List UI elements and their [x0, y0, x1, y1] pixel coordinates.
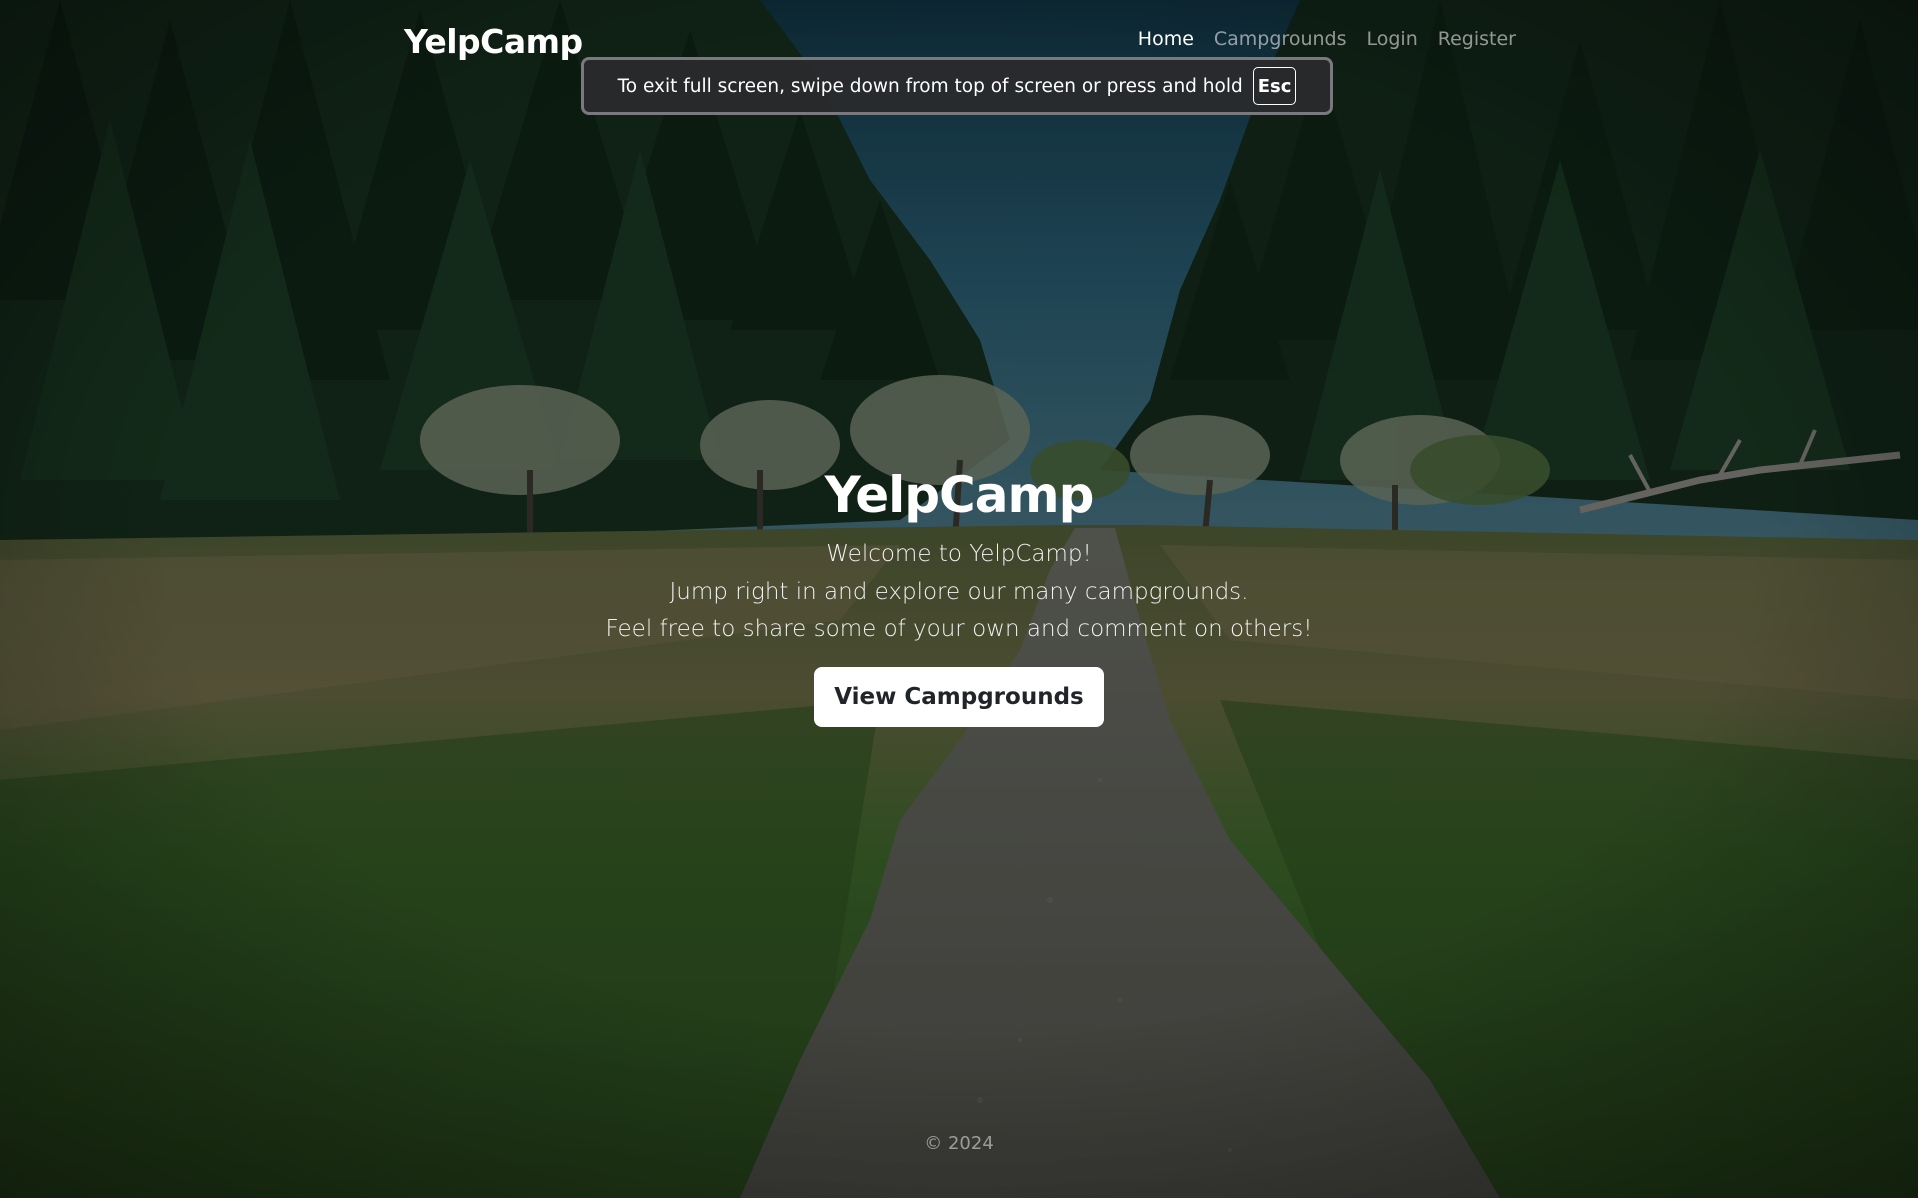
landing-page: YelpCamp Home Campgrounds Login Register… — [0, 0, 1918, 1198]
nav-link-home[interactable]: Home — [1138, 28, 1194, 50]
fullscreen-notice-text: To exit full screen, swipe down from top… — [617, 75, 1243, 97]
hero-share-text: Feel free to share some of your own and … — [605, 616, 1313, 642]
footer: © 2024 — [0, 1133, 1918, 1154]
hero-explore-text: Jump right in and explore our many campg… — [669, 578, 1249, 605]
hero-section: YelpCamp Welcome to YelpCamp! Jump right… — [0, 460, 1918, 727]
nav-link-campgrounds[interactable]: Campgrounds — [1214, 28, 1347, 50]
esc-key-badge: Esc — [1252, 67, 1297, 105]
nav-link-login[interactable]: Login — [1367, 28, 1418, 50]
nav-links: Home Campgrounds Login Register — [1138, 28, 1516, 50]
nav-link-register[interactable]: Register — [1438, 28, 1516, 50]
hero-welcome-text: Welcome to YelpCamp! — [826, 541, 1092, 567]
copyright-text: © 2024 — [924, 1133, 994, 1154]
fullscreen-exit-notice: To exit full screen, swipe down from top… — [581, 57, 1333, 115]
view-campgrounds-button[interactable]: View Campgrounds — [814, 666, 1104, 727]
hero-title: YelpCamp — [824, 466, 1095, 524]
navbar-brand[interactable]: YelpCamp — [404, 22, 583, 61]
